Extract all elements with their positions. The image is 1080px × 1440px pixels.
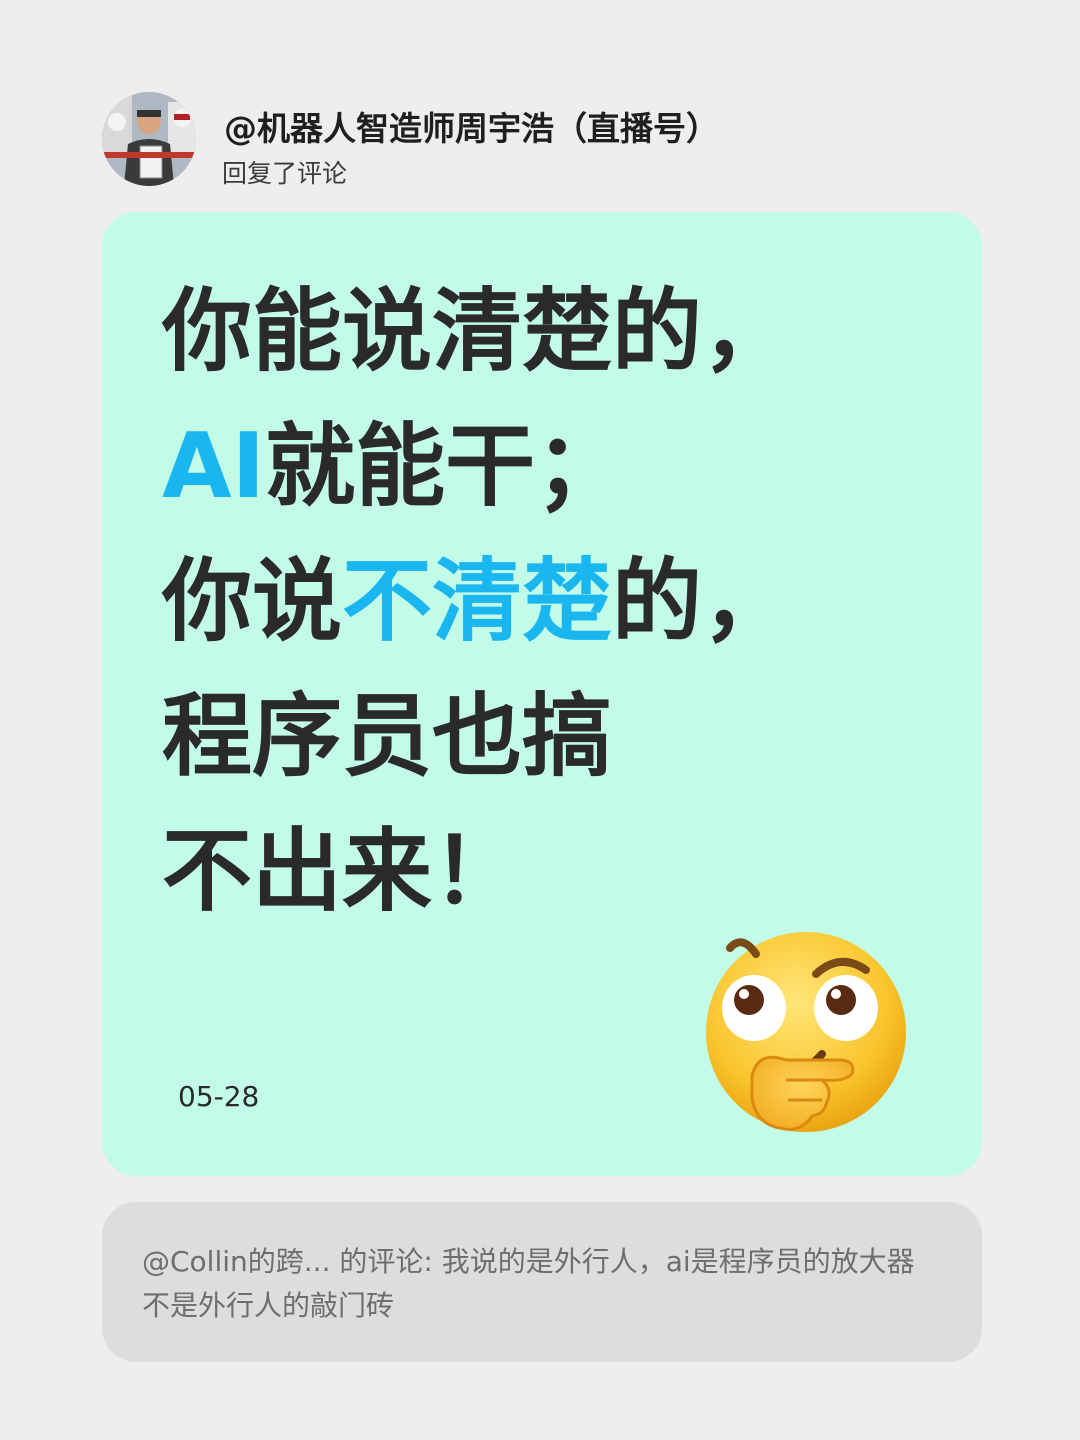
headline-line-1: 你能说清楚的， xyxy=(162,279,792,384)
headline-line-2: AI就能干； xyxy=(162,399,792,534)
reply-action-label: 回复了评论 xyxy=(222,159,348,188)
post-date: 05-28 xyxy=(178,1080,260,1113)
person-avatar-icon xyxy=(102,92,196,186)
headline-line-3-pre: 你说 xyxy=(162,549,342,654)
quoted-comment[interactable]: @Collin的跨... 的评论: 我说的是外行人，ai是程序员的放大器 不是外… xyxy=(102,1202,982,1362)
headline-unclear-highlight: 不清楚 xyxy=(342,549,612,654)
reply-card: 你能说清楚的， AI就能干； 你说不清楚的， 程序员也搞 不出来！ 05-28 xyxy=(102,212,982,1176)
headline-line-3-post: 的， xyxy=(612,549,792,654)
headline-line-5: 不出来！ xyxy=(162,819,522,924)
quoted-comment-text: @Collin的跨... 的评论: 我说的是外行人，ai是程序员的放大器 不是外… xyxy=(142,1245,915,1322)
author-avatar[interactable] xyxy=(102,92,196,186)
author-name[interactable]: @机器人智造师周宇浩（直播号） xyxy=(224,102,719,150)
thinking-face-icon xyxy=(694,928,912,1146)
post-header: @机器人智造师周宇浩（直播号） 回复了评论 xyxy=(102,92,982,188)
headline-line-3: 你说不清楚的， xyxy=(162,534,792,669)
headline-ai-highlight: AI xyxy=(162,414,266,519)
headline-line-4: 程序员也搞 xyxy=(162,684,612,789)
headline-text: 你能说清楚的， AI就能干； 你说不清楚的， 程序员也搞 不出来！ xyxy=(162,264,792,939)
headline-line-2-rest: 就能干； xyxy=(265,414,626,519)
